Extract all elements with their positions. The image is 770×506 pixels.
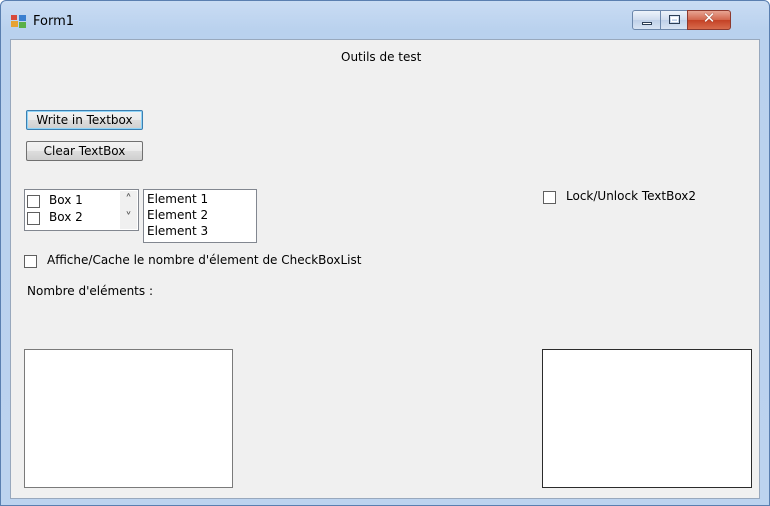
app-icon[interactable] <box>11 15 27 29</box>
lock-textbox2-label[interactable]: Lock/Unlock TextBox2 <box>566 189 696 203</box>
checkbox-list-item[interactable]: Box 2 <box>27 210 119 226</box>
checkbox-list-item-label: Box 2 <box>49 210 83 224</box>
textbox2[interactable] <box>542 349 752 488</box>
minimize-button[interactable] <box>632 10 661 30</box>
list-item[interactable]: Element 2 <box>147 208 208 222</box>
list-item[interactable]: Element 1 <box>147 192 208 206</box>
scroll-up-icon[interactable]: ˄ <box>120 193 137 208</box>
lock-textbox2-checkbox[interactable] <box>543 191 556 204</box>
checkbox-list[interactable]: Box 1 Box 2 ˄ ˅ <box>24 189 139 231</box>
checkbox-box-1[interactable] <box>27 195 40 208</box>
checkbox-box-2[interactable] <box>27 212 40 225</box>
window-title: Form1 <box>33 14 75 29</box>
minimize-icon <box>642 22 652 25</box>
show-count-checkbox[interactable] <box>24 255 37 268</box>
element-count-label: Nombre d'eléments : <box>27 284 153 298</box>
scroll-down-icon[interactable]: ˅ <box>120 211 137 226</box>
header-label: Outils de test <box>341 50 422 64</box>
form-client-area: Outils de test Write in Textbox Clear Te… <box>10 39 760 499</box>
element-listbox[interactable]: Element 1 Element 2 Element 3 <box>143 189 257 243</box>
list-item[interactable]: Element 3 <box>147 224 208 238</box>
close-icon: ✕ <box>702 9 716 27</box>
write-textbox-button[interactable]: Write in Textbox <box>26 110 143 130</box>
close-button[interactable]: ✕ <box>687 9 731 30</box>
checkbox-list-item-label: Box 1 <box>49 193 83 207</box>
maximize-icon <box>669 15 680 24</box>
maximize-button[interactable] <box>660 10 688 30</box>
title-bar[interactable]: Form1 ✕ <box>1 1 769 39</box>
checkbox-list-item[interactable]: Box 1 <box>27 193 119 209</box>
show-count-checkbox-label[interactable]: Affiche/Cache le nombre d'élement de Che… <box>47 253 361 267</box>
textbox1[interactable] <box>24 349 233 488</box>
checkbox-list-scrollbar[interactable]: ˄ ˅ <box>120 191 137 229</box>
form1-window: Form1 ✕ Outils de test Write in Textbox … <box>0 0 770 506</box>
clear-textbox-button[interactable]: Clear TextBox <box>26 141 143 161</box>
